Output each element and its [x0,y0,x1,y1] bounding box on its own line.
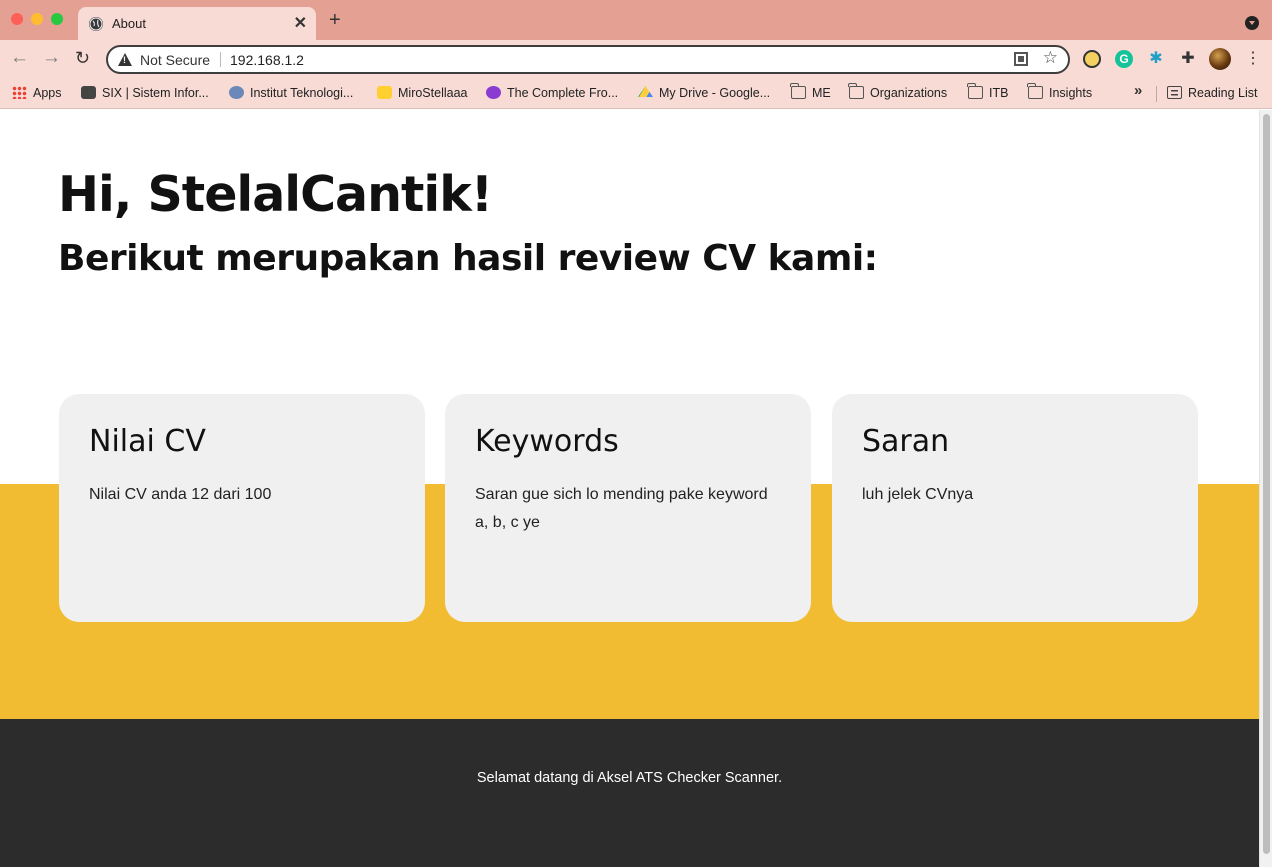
bookmark-label: ME [812,86,831,100]
timer-extension-icon[interactable] [1083,50,1101,68]
card-title: Nilai CV [89,424,206,459]
bookmark-institut-teknologi[interactable]: Institut Teknologi... [229,83,353,103]
bookmark-label: Insights [1049,86,1093,100]
vertical-scrollbar[interactable] [1259,110,1272,867]
tab-about[interactable]: About ✕ [78,7,316,40]
bookmark-apps[interactable]: Apps [12,83,62,103]
bookmark-label: Institut Teknologi... [250,86,354,100]
page-subtitle: Berikut merupakan hasil review CV kami: [58,238,878,279]
bookmark-folder-organizations[interactable]: Organizations [848,83,948,103]
bookmark-label: Organizations [870,86,948,100]
close-window-button[interactable] [11,13,23,25]
tab-search-chevron-icon[interactable] [1245,16,1259,30]
browser-toolbar: ← → ↻ Not Secure 192.168.1.2 ☆ G ✱ ✚ ⋮ [0,40,1272,78]
address-bar[interactable]: Not Secure 192.168.1.2 ☆ [106,45,1070,74]
more-menu-icon[interactable]: ⋮ [1245,50,1261,68]
globe-icon [89,17,103,31]
bookmark-label: My Drive - Google... [659,86,771,100]
bookmark-folder-me[interactable]: ME [790,83,831,103]
page-footer: Selamat datang di Aksel ATS Checker Scan… [0,719,1259,867]
reading-list-icon [1167,86,1182,99]
bookmark-folder-itb[interactable]: ITB [967,83,1009,103]
scrollbar-thumb[interactable] [1263,114,1270,854]
bookmark-folder-insights[interactable]: Insights [1027,83,1093,103]
bookmark-label: SIX | Sistem Infor... [102,86,209,100]
qr-code-icon[interactable] [1014,52,1028,66]
reading-list-button[interactable]: Reading List [1167,83,1258,103]
tab-strip: About ✕ + [0,0,1272,40]
profile-avatar[interactable] [1209,48,1231,70]
folder-icon [1027,83,1043,99]
card-nilai-cv: Nilai CV Nilai CV anda 12 dari 100 [59,394,425,622]
card-body: Saran gue sich lo mending pake keyword a… [475,486,768,531]
card-keywords: Keywords Saran gue sich lo mending pake … [445,394,811,622]
bookmark-mirostellaaa[interactable]: MiroStellaaa [377,83,467,103]
page-title: Hi, StelalCantik! [58,166,493,223]
frontend-favicon-icon [486,86,501,99]
page-viewport: Hi, StelalCantik! Berikut merupakan hasi… [0,110,1259,867]
warning-icon[interactable] [118,53,132,66]
bookmark-label: The Complete Fro... [507,86,619,100]
url-text[interactable]: 192.168.1.2 [230,52,304,68]
reload-icon[interactable]: ↻ [75,48,90,68]
forward-arrow-icon[interactable]: → [42,48,61,68]
folder-icon [790,83,806,99]
card-saran: Saran luh jelek CVnya [832,394,1198,622]
footer-text: Selamat datang di Aksel ATS Checker Scan… [476,770,783,786]
bookmark-label: Apps [33,86,62,100]
bookmarks-divider [1156,86,1157,102]
grammarly-extension-icon[interactable]: G [1115,50,1133,68]
card-title: Saran [862,424,950,459]
security-label[interactable]: Not Secure [140,52,210,68]
reading-list-label: Reading List [1188,86,1258,100]
bookmark-label: ITB [989,86,1009,100]
bookmark-six[interactable]: SIX | Sistem Infor... [81,83,209,103]
bug-extension-icon[interactable]: ✱ [1147,50,1165,68]
six-favicon-icon [81,86,96,99]
bookmark-star-icon[interactable]: ☆ [1043,48,1058,68]
minimize-window-button[interactable] [31,13,43,25]
more-bookmarks-chevron-icon[interactable]: » [1134,82,1142,99]
card-body: Nilai CV anda 12 dari 100 [89,486,272,503]
apps-grid-icon [12,86,27,99]
new-tab-button[interactable]: + [329,10,341,30]
folder-icon [967,83,983,99]
back-arrow-icon[interactable]: ← [10,48,29,68]
maximize-window-button[interactable] [51,13,63,25]
bookmark-complete-frontend[interactable]: The Complete Fro... [486,83,618,103]
tab-close-icon[interactable]: ✕ [294,13,307,33]
folder-icon [848,83,864,99]
bookmark-my-drive[interactable]: My Drive - Google... [638,83,770,103]
bookmarks-bar: Apps SIX | Sistem Infor... Institut Tekn… [0,78,1272,109]
itb-favicon-icon [229,86,244,99]
extensions-puzzle-icon[interactable]: ✚ [1179,50,1197,68]
miro-favicon-icon [377,86,392,99]
card-title: Keywords [475,424,619,459]
tab-title: About [112,16,146,31]
google-drive-icon [638,86,653,98]
card-body: luh jelek CVnya [862,486,974,503]
bookmark-label: MiroStellaaa [398,86,468,100]
omnibox-divider [220,52,221,67]
